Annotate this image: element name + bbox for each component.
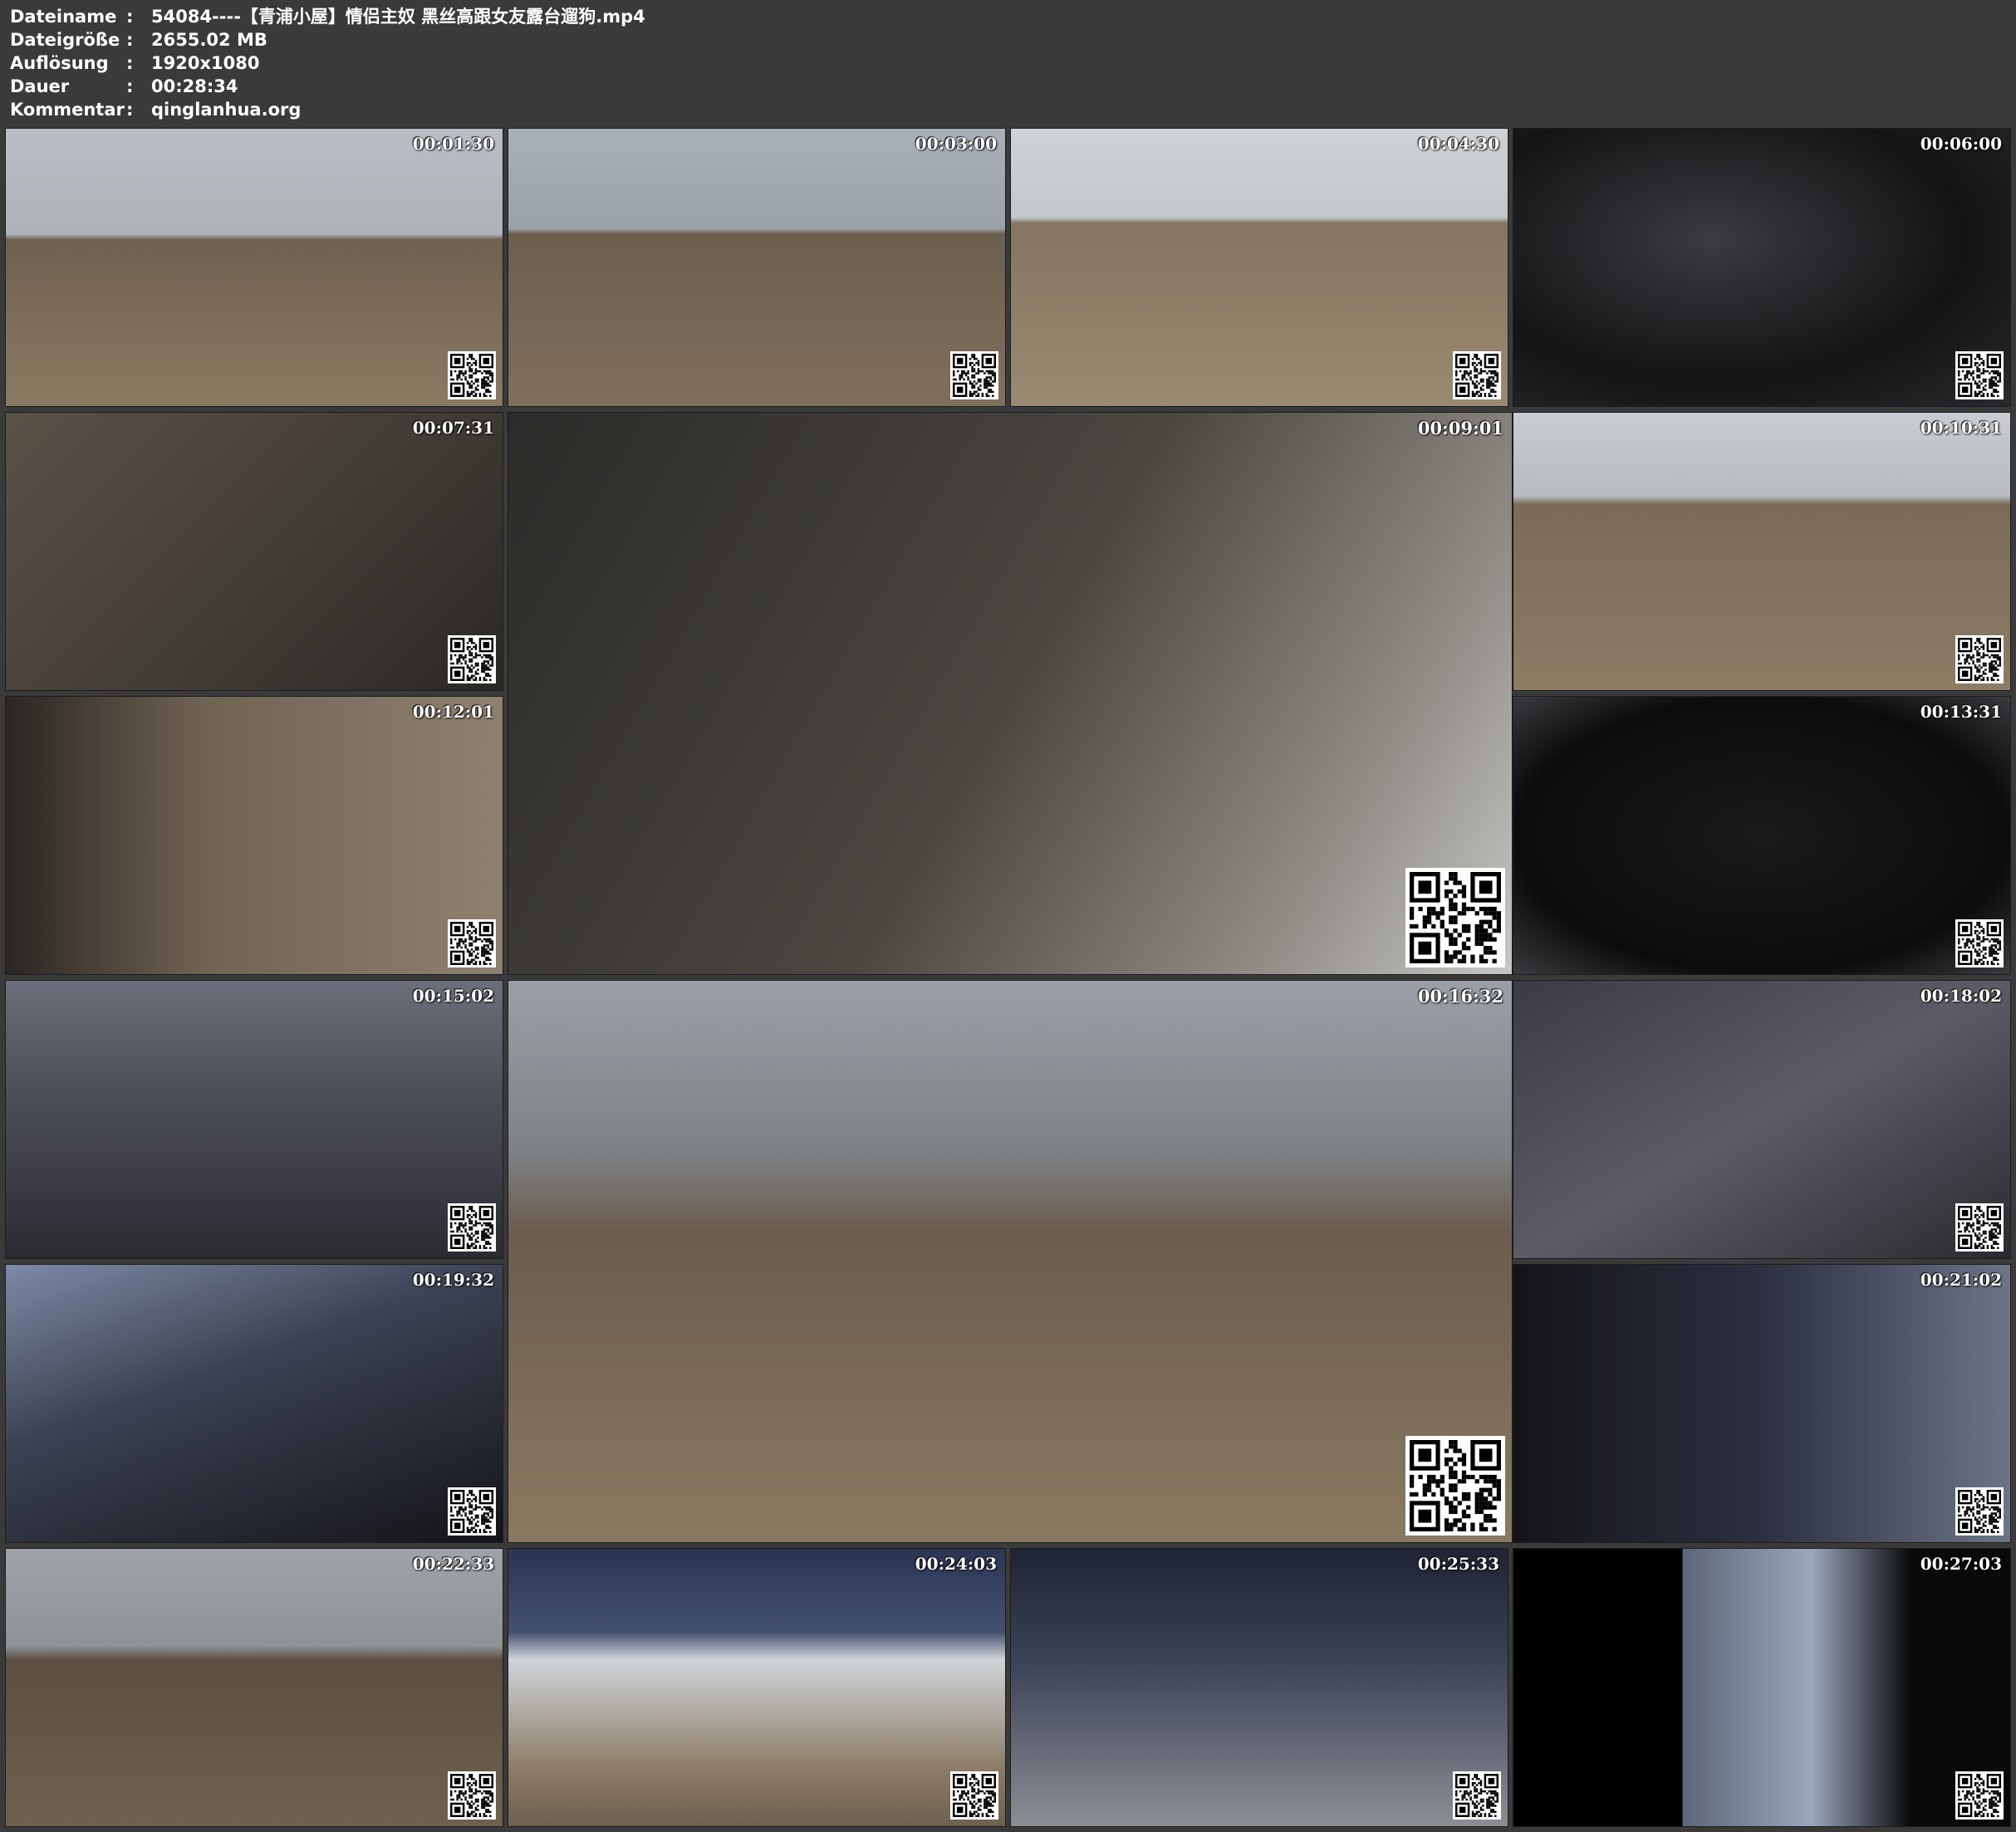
video-thumbnail: 00:27:03	[1513, 1548, 2011, 1827]
thumbnail-frame-image	[6, 413, 503, 690]
timestamp-label: 00:16:32	[1417, 986, 1503, 1007]
qr-code-icon	[448, 635, 496, 683]
video-thumbnail: 00:18:02	[1513, 980, 2011, 1259]
video-thumbnail: 00:13:31	[1513, 696, 2011, 975]
thumbnail-frame-image	[6, 697, 503, 974]
timestamp-label: 00:04:30	[1417, 134, 1499, 154]
thumbnail-frame-image	[1513, 129, 2010, 406]
qr-code-icon	[1955, 1771, 2004, 1820]
video-thumbnail: 00:24:03	[508, 1548, 1006, 1827]
timestamp-label: 00:24:03	[915, 1554, 997, 1574]
video-thumbnail: 00:09:01	[508, 412, 1513, 975]
qr-code-icon	[448, 1203, 496, 1252]
thumbnail-frame-image	[1011, 129, 1508, 406]
timestamp-label: 00:19:32	[412, 1270, 494, 1290]
timestamp-label: 00:15:02	[412, 986, 494, 1006]
video-thumbnail: 00:01:30	[5, 128, 503, 407]
qr-code-icon	[448, 919, 496, 967]
video-thumbnail: 00:21:02	[1513, 1264, 2011, 1543]
thumbnail-frame-image	[1513, 981, 2010, 1258]
thumbnail-frame-image	[6, 981, 503, 1258]
qr-code-icon	[1405, 1436, 1505, 1536]
thumbnail-frame-image	[6, 1265, 503, 1542]
qr-code-icon	[1955, 1203, 2004, 1252]
video-thumbnail: 00:25:33	[1010, 1548, 1508, 1827]
qr-code-icon	[1453, 1771, 1501, 1820]
qr-code-icon	[1405, 868, 1505, 967]
qr-code-icon	[448, 351, 496, 399]
thumbnail-frame-image	[6, 129, 503, 406]
qr-code-icon	[448, 1487, 496, 1536]
timestamp-label: 00:12:01	[412, 702, 494, 722]
video-thumbnail: 00:06:00	[1513, 128, 2011, 407]
qr-code-icon	[950, 351, 998, 399]
video-thumbnail: 00:04:30	[1010, 128, 1508, 407]
timestamp-label: 00:09:01	[1417, 418, 1503, 438]
thumbnail-grid: 00:01:30 00:03:00 00:04:30 00:06:00 00:07:31…	[0, 0, 2016, 1832]
timestamp-label: 00:10:31	[1920, 418, 2002, 438]
thumbnail-frame-image	[508, 981, 1512, 1542]
thumbnail-frame-image	[508, 413, 1512, 974]
thumbnail-frame-image	[1513, 1549, 2010, 1826]
timestamp-label: 00:06:00	[1920, 134, 2002, 154]
video-thumbnail: 00:19:32	[5, 1264, 503, 1543]
thumbnail-frame-image	[508, 129, 1005, 406]
thumbnail-frame-image	[1513, 413, 2010, 690]
timestamp-label: 00:27:03	[1920, 1554, 2002, 1574]
video-thumbnail: 00:12:01	[5, 696, 503, 975]
thumbnail-frame-image	[1513, 697, 2010, 974]
timestamp-label: 00:01:30	[412, 134, 494, 154]
thumbnail-frame-image	[6, 1549, 503, 1826]
thumbnail-frame-image	[508, 1549, 1005, 1826]
qr-code-icon	[1955, 351, 2004, 399]
timestamp-label: 00:03:00	[915, 134, 997, 154]
qr-code-icon	[1955, 1487, 2004, 1536]
qr-code-icon	[1955, 919, 2004, 967]
timestamp-label: 00:07:31	[412, 418, 494, 438]
video-thumbnail: 00:07:31	[5, 412, 503, 691]
timestamp-label: 00:18:02	[1920, 986, 2002, 1006]
timestamp-label: 00:25:33	[1417, 1554, 1499, 1574]
qr-code-icon	[1453, 351, 1501, 399]
video-thumbnail: 00:22:33	[5, 1548, 503, 1827]
qr-code-icon	[1955, 635, 2004, 683]
video-thumbnail: 00:15:02	[5, 980, 503, 1259]
video-thumbnail: 00:16:32	[508, 980, 1513, 1543]
thumbnail-frame-image	[1513, 1265, 2010, 1542]
timestamp-label: 00:13:31	[1920, 702, 2002, 722]
qr-code-icon	[448, 1771, 496, 1820]
timestamp-label: 00:21:02	[1920, 1270, 2002, 1290]
video-thumbnail: 00:10:31	[1513, 412, 2011, 691]
timestamp-label: 00:22:33	[412, 1554, 494, 1574]
video-thumbnail: 00:03:00	[508, 128, 1006, 407]
thumbnail-frame-image	[1011, 1549, 1508, 1826]
qr-code-icon	[950, 1771, 998, 1820]
